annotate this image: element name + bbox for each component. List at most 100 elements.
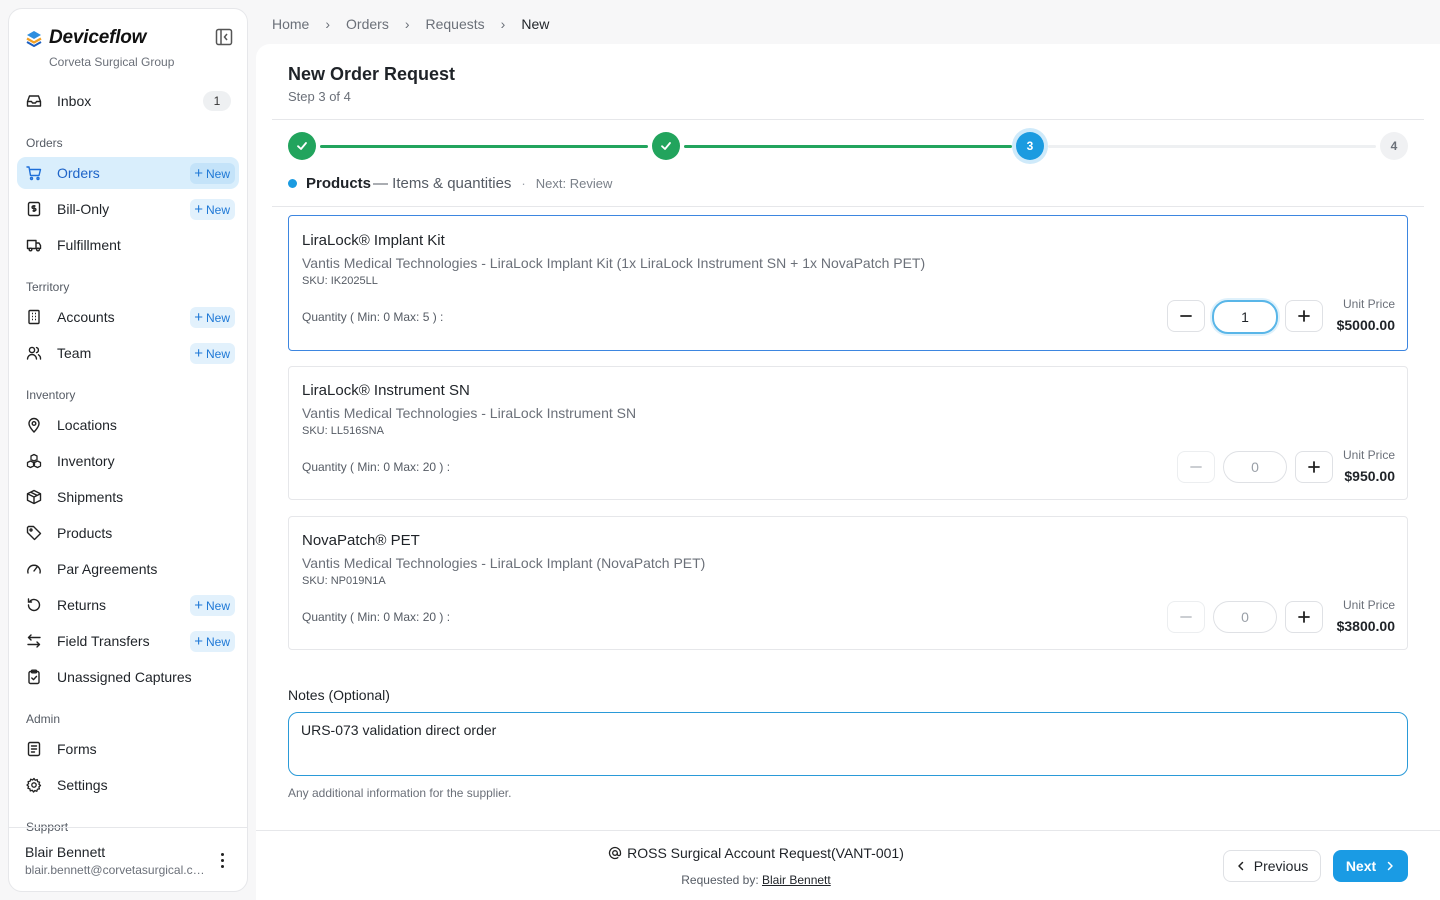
plus-icon: + — [194, 345, 203, 362]
plus-icon — [1308, 461, 1320, 473]
sidebar-item-bill-only[interactable]: Bill-Only + New — [17, 193, 239, 225]
new-label: New — [205, 310, 230, 325]
increment-button[interactable] — [1295, 451, 1333, 483]
sidebar-item-label: Orders — [57, 165, 100, 181]
minus-icon — [1180, 315, 1192, 317]
product-name: NovaPatch® PET — [302, 532, 420, 549]
quantity-input[interactable] — [1223, 451, 1287, 483]
sidebar-item-label: Inventory — [57, 453, 115, 469]
quantity-label: Quantity ( Min: 0 Max: 20 ) : — [302, 460, 451, 474]
sidebar-item-forms[interactable]: Forms — [17, 733, 239, 765]
breadcrumb-orders[interactable]: Orders — [346, 16, 389, 32]
gear-icon — [26, 777, 42, 793]
new-label: New — [205, 346, 230, 361]
notes-textarea[interactable]: URS-073 validation direct order — [288, 712, 1408, 776]
field-transfers-new-button[interactable]: + New — [190, 631, 235, 652]
user-profile: Blair Bennett blair.bennett@corvetasurgi… — [9, 827, 247, 891]
cart-icon — [26, 165, 42, 181]
step-1-complete[interactable] — [288, 132, 316, 160]
sidebar-item-settings[interactable]: Settings — [17, 769, 239, 801]
map-pin-icon — [26, 417, 42, 433]
increment-button[interactable] — [1285, 601, 1323, 633]
sidebar-item-field-transfers[interactable]: Field Transfers + New — [17, 625, 239, 657]
sidebar-item-par-agreements[interactable]: Par Agreements — [17, 553, 239, 585]
step-connector — [320, 145, 648, 148]
plus-icon: + — [194, 633, 203, 650]
notes-label: Notes (Optional) — [288, 687, 390, 703]
plus-icon: + — [194, 165, 203, 182]
product-description: Vantis Medical Technologies - LiraLock I… — [302, 555, 706, 571]
decrement-button[interactable] — [1177, 451, 1215, 483]
sidebar-item-label: Returns — [57, 597, 107, 613]
unit-price-label: Unit Price — [1342, 598, 1395, 612]
sidebar-item-orders[interactable]: Orders + New — [17, 157, 239, 189]
page-title: New Order Request — [288, 64, 456, 84]
product-card: LiraLock® Instrument SN Vantis Medical T… — [288, 366, 1408, 500]
orders-new-button[interactable]: + New — [190, 163, 235, 184]
sidebar-item-unassigned-captures[interactable]: Unassigned Captures — [17, 661, 239, 693]
plus-icon — [1298, 611, 1310, 623]
transfer-icon — [26, 633, 42, 649]
sidebar-collapse-icon[interactable] — [215, 28, 233, 46]
sidebar-item-team[interactable]: Team + New — [17, 337, 239, 369]
returns-new-button[interactable]: + New — [190, 595, 235, 616]
chevron-right-icon — [1387, 861, 1393, 871]
current-step-dot-icon — [288, 178, 297, 188]
sidebar-item-products[interactable]: Products — [17, 517, 239, 549]
product-name: LiraLock® Instrument SN — [302, 382, 470, 399]
decrement-button[interactable] — [1167, 601, 1205, 633]
new-label: New — [205, 634, 230, 649]
nav-section-admin: Admin — [26, 712, 61, 726]
sidebar-item-shipments[interactable]: Shipments — [17, 481, 239, 513]
quantity-input[interactable] — [1212, 300, 1278, 334]
sidebar-item-accounts[interactable]: Accounts + New — [17, 301, 239, 333]
step-4-pending: 4 — [1380, 132, 1408, 160]
sidebar-item-label: Field Transfers — [57, 633, 150, 649]
sidebar-item-returns[interactable]: Returns + New — [17, 589, 239, 621]
step-2-complete[interactable] — [652, 132, 680, 160]
sidebar-item-locations[interactable]: Locations — [17, 409, 239, 441]
new-label: New — [205, 166, 230, 181]
requested-by-label: Requested by: — [681, 873, 759, 887]
requester-link[interactable]: Blair Bennett — [762, 873, 831, 887]
increment-button[interactable] — [1285, 300, 1323, 332]
breadcrumb-home[interactable]: Home — [272, 16, 309, 32]
quantity-input[interactable] — [1213, 601, 1277, 633]
previous-label: Previous — [1253, 858, 1309, 874]
plus-icon: + — [194, 201, 203, 218]
check-icon — [661, 142, 671, 150]
clipboard-check-icon — [26, 669, 42, 685]
caption-separator: · — [521, 175, 526, 191]
form-icon — [26, 741, 42, 757]
users-icon — [26, 345, 42, 361]
quantity-label: Quantity ( Min: 0 Max: 5 ) : — [302, 310, 444, 324]
page-step-indicator: Step 3 of 4 — [288, 89, 351, 104]
decrement-button[interactable] — [1167, 300, 1205, 332]
building-icon — [26, 309, 42, 325]
previous-button[interactable]: Previous — [1223, 850, 1321, 882]
plus-icon: + — [194, 597, 203, 614]
bill-only-new-button[interactable]: + New — [190, 199, 235, 220]
product-card: NovaPatch® PET Vantis Medical Technologi… — [288, 516, 1408, 650]
next-step-hint: Next: Review — [535, 175, 613, 191]
at-sign-icon — [609, 846, 622, 860]
sidebar-item-label: Products — [57, 525, 113, 541]
accounts-new-button[interactable]: + New — [190, 307, 235, 328]
account-info: ROSS Surgical Account Request(VANT-001) — [596, 845, 916, 861]
sidebar-item-inventory[interactable]: Inventory — [17, 445, 239, 477]
chevron-right-icon: › — [404, 16, 410, 32]
team-new-button[interactable]: + New — [190, 343, 235, 364]
breadcrumb-requests[interactable]: Requests — [426, 16, 485, 32]
plus-icon: + — [194, 309, 203, 326]
more-vertical-icon[interactable] — [213, 850, 231, 870]
step-connector — [684, 145, 1012, 148]
sidebar-item-fulfillment[interactable]: Fulfillment — [17, 229, 239, 261]
chevron-right-icon: › — [500, 16, 506, 32]
app-name: Deviceflow — [49, 27, 147, 48]
gauge-icon — [26, 561, 42, 577]
sidebar-item-inbox[interactable]: Inbox 1 — [17, 85, 239, 117]
inbox-icon — [26, 93, 42, 109]
next-button[interactable]: Next — [1333, 850, 1408, 882]
organization-name: Corveta Surgical Group — [49, 55, 175, 69]
new-label: New — [205, 598, 230, 613]
